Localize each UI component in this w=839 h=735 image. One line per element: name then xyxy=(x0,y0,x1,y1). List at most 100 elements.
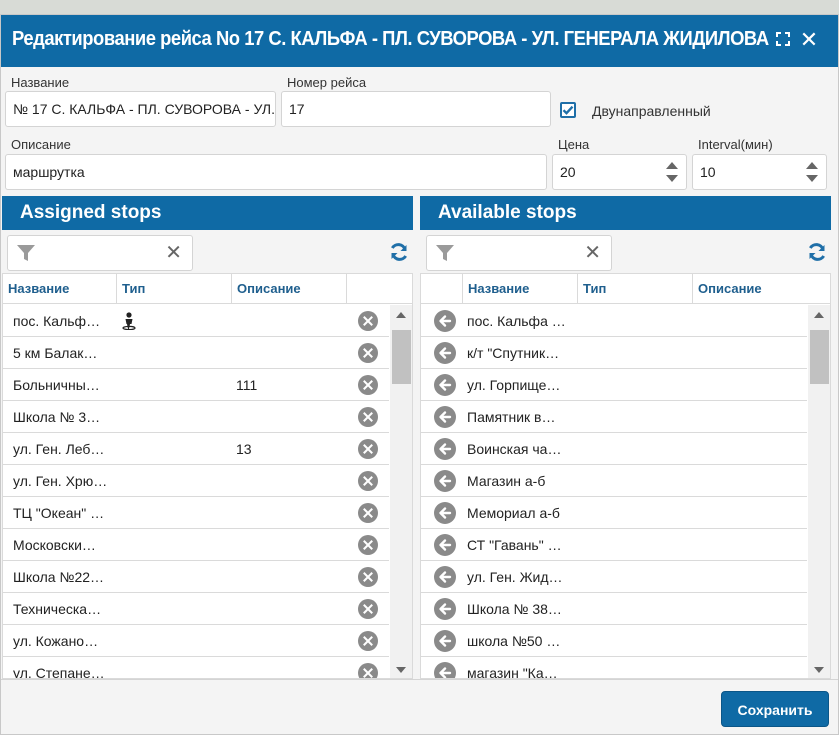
table-row[interactable]: Магазин а-б xyxy=(421,465,807,497)
table-row[interactable]: к/т "Спутник… xyxy=(421,337,807,369)
refresh-icon[interactable] xyxy=(807,242,827,262)
remove-icon[interactable] xyxy=(358,471,378,491)
description-label: Описание xyxy=(11,137,71,152)
table-row[interactable]: ул. Кожано… xyxy=(3,625,389,657)
interval-label: Interval(мин) xyxy=(698,137,773,152)
stop-name: ул. Ген. Хрю… xyxy=(13,473,108,489)
table-row[interactable]: СТ "Гавань" … xyxy=(421,529,807,561)
stop-name: пос. Кальф… xyxy=(13,313,101,329)
add-arrow-icon[interactable] xyxy=(434,470,456,492)
add-arrow-icon[interactable] xyxy=(434,502,456,524)
add-arrow-icon[interactable] xyxy=(434,534,456,556)
name-field[interactable]: № 17 С. КАЛЬФА - ПЛ. СУВОРОВА - УЛ. ГЕНЕ… xyxy=(5,91,276,127)
col-description[interactable]: Описание xyxy=(693,274,830,304)
clear-filter-icon[interactable]: ✕ xyxy=(165,242,182,264)
price-label: Цена xyxy=(558,137,590,152)
remove-icon[interactable] xyxy=(358,631,378,651)
name-label: Название xyxy=(11,75,70,90)
add-arrow-icon[interactable] xyxy=(434,374,456,396)
stop-name: ТЦ "Океан" … xyxy=(13,505,105,521)
price-stepper[interactable]: 20 xyxy=(552,154,687,190)
description-field[interactable]: маршрутка xyxy=(5,154,547,190)
available-filter-input[interactable]: ✕ xyxy=(426,235,612,271)
stop-name: Школа №22… xyxy=(13,569,105,585)
stop-name: Техническа… xyxy=(13,601,102,617)
remove-icon[interactable] xyxy=(358,503,378,523)
stop-description: 111 xyxy=(236,377,258,393)
add-arrow-icon[interactable] xyxy=(434,310,456,332)
remove-icon[interactable] xyxy=(358,599,378,619)
close-icon[interactable]: ✕ xyxy=(798,29,820,51)
remove-icon[interactable] xyxy=(358,567,378,587)
table-row[interactable]: ул. Ген. Жид… xyxy=(421,561,807,593)
background-map xyxy=(0,0,839,14)
maximize-icon[interactable] xyxy=(772,29,794,51)
remove-icon[interactable] xyxy=(358,343,378,363)
stop-name: ул. Степане… xyxy=(13,665,105,679)
interval-stepper[interactable]: 10 xyxy=(692,154,827,190)
col-name[interactable]: Название xyxy=(463,274,578,304)
remove-icon[interactable] xyxy=(358,407,378,427)
stop-description xyxy=(236,625,336,657)
table-row[interactable]: ТЦ "Океан" … xyxy=(3,497,389,529)
stop-description xyxy=(236,465,336,497)
stop-name: ул. Кожано… xyxy=(13,633,99,649)
available-stops-grid: Название Тип Описание пос. Кальфа … к/т "… xyxy=(420,273,831,679)
table-row[interactable]: пос. Кальф… xyxy=(3,305,389,337)
stop-description: 13 xyxy=(236,441,252,457)
table-row[interactable]: ул. Ген. Хрю… xyxy=(3,465,389,497)
table-row[interactable]: магазин "Ка… xyxy=(421,657,807,679)
add-arrow-icon[interactable] xyxy=(434,438,456,460)
table-row[interactable]: 5 км Балак… xyxy=(3,337,389,369)
table-row[interactable]: Техническа… xyxy=(3,593,389,625)
assigned-filter-input[interactable]: ✕ xyxy=(7,235,193,271)
remove-icon[interactable] xyxy=(358,663,378,678)
interval-value: 10 xyxy=(700,164,716,180)
col-type[interactable]: Тип xyxy=(578,274,693,304)
clear-filter-icon[interactable]: ✕ xyxy=(584,242,601,264)
col-name[interactable]: Название xyxy=(3,274,117,304)
assigned-scrollbar[interactable] xyxy=(390,305,412,678)
price-spin-icon[interactable] xyxy=(666,161,678,183)
table-row[interactable]: Мемориал а-б xyxy=(421,497,807,529)
stop-name: Мемориал а-б xyxy=(467,505,560,521)
dialog-title: Редактирование рейса No 17 С. КАЛЬФА - П… xyxy=(12,28,769,50)
stop-name: ул. Ген. Леб… xyxy=(13,441,105,457)
table-row[interactable]: пос. Кальфа … xyxy=(421,305,807,337)
bidirectional-checkbox[interactable] xyxy=(560,102,576,118)
table-row[interactable]: Школа № 3… xyxy=(3,401,389,433)
table-row[interactable]: Больничны… 111 xyxy=(3,369,389,401)
stop-name: 5 км Балак… xyxy=(13,345,98,361)
add-arrow-icon[interactable] xyxy=(434,630,456,652)
interval-spin-icon[interactable] xyxy=(806,161,818,183)
table-row[interactable]: Школа №22… xyxy=(3,561,389,593)
stop-name: Школа № 38… xyxy=(467,601,562,617)
remove-icon[interactable] xyxy=(358,439,378,459)
remove-icon[interactable] xyxy=(358,535,378,555)
add-arrow-icon[interactable] xyxy=(434,566,456,588)
table-row[interactable]: ул. Степане… xyxy=(3,657,389,679)
stop-name: СТ "Гавань" … xyxy=(467,537,562,553)
add-arrow-icon[interactable] xyxy=(434,406,456,428)
dialog-titlebar[interactable]: Редактирование рейса No 17 С. КАЛЬФА - П… xyxy=(1,15,838,67)
add-arrow-icon[interactable] xyxy=(434,662,456,678)
available-scrollbar[interactable] xyxy=(808,305,830,678)
table-row[interactable]: Воинская ча… xyxy=(421,433,807,465)
table-row[interactable]: Школа № 38… xyxy=(421,593,807,625)
table-row[interactable]: ул. Ген. Леб… 13 xyxy=(3,433,389,465)
table-row[interactable]: Московски… xyxy=(3,529,389,561)
refresh-icon[interactable] xyxy=(389,242,409,262)
table-row[interactable]: Памятник в… xyxy=(421,401,807,433)
add-arrow-icon[interactable] xyxy=(434,342,456,364)
stop-name: магазин "Ка… xyxy=(467,665,558,679)
remove-icon[interactable] xyxy=(358,375,378,395)
col-description[interactable]: Описание xyxy=(232,274,347,304)
add-arrow-icon[interactable] xyxy=(434,598,456,620)
route-number-field[interactable]: 17 xyxy=(281,91,551,127)
col-type[interactable]: Тип xyxy=(117,274,232,304)
edit-route-dialog: Редактирование рейса No 17 С. КАЛЬФА - П… xyxy=(0,14,839,735)
save-button[interactable]: Сохранить xyxy=(721,691,829,727)
remove-icon[interactable] xyxy=(358,311,378,331)
table-row[interactable]: школа №50 … xyxy=(421,625,807,657)
table-row[interactable]: ул. Горпище… xyxy=(421,369,807,401)
